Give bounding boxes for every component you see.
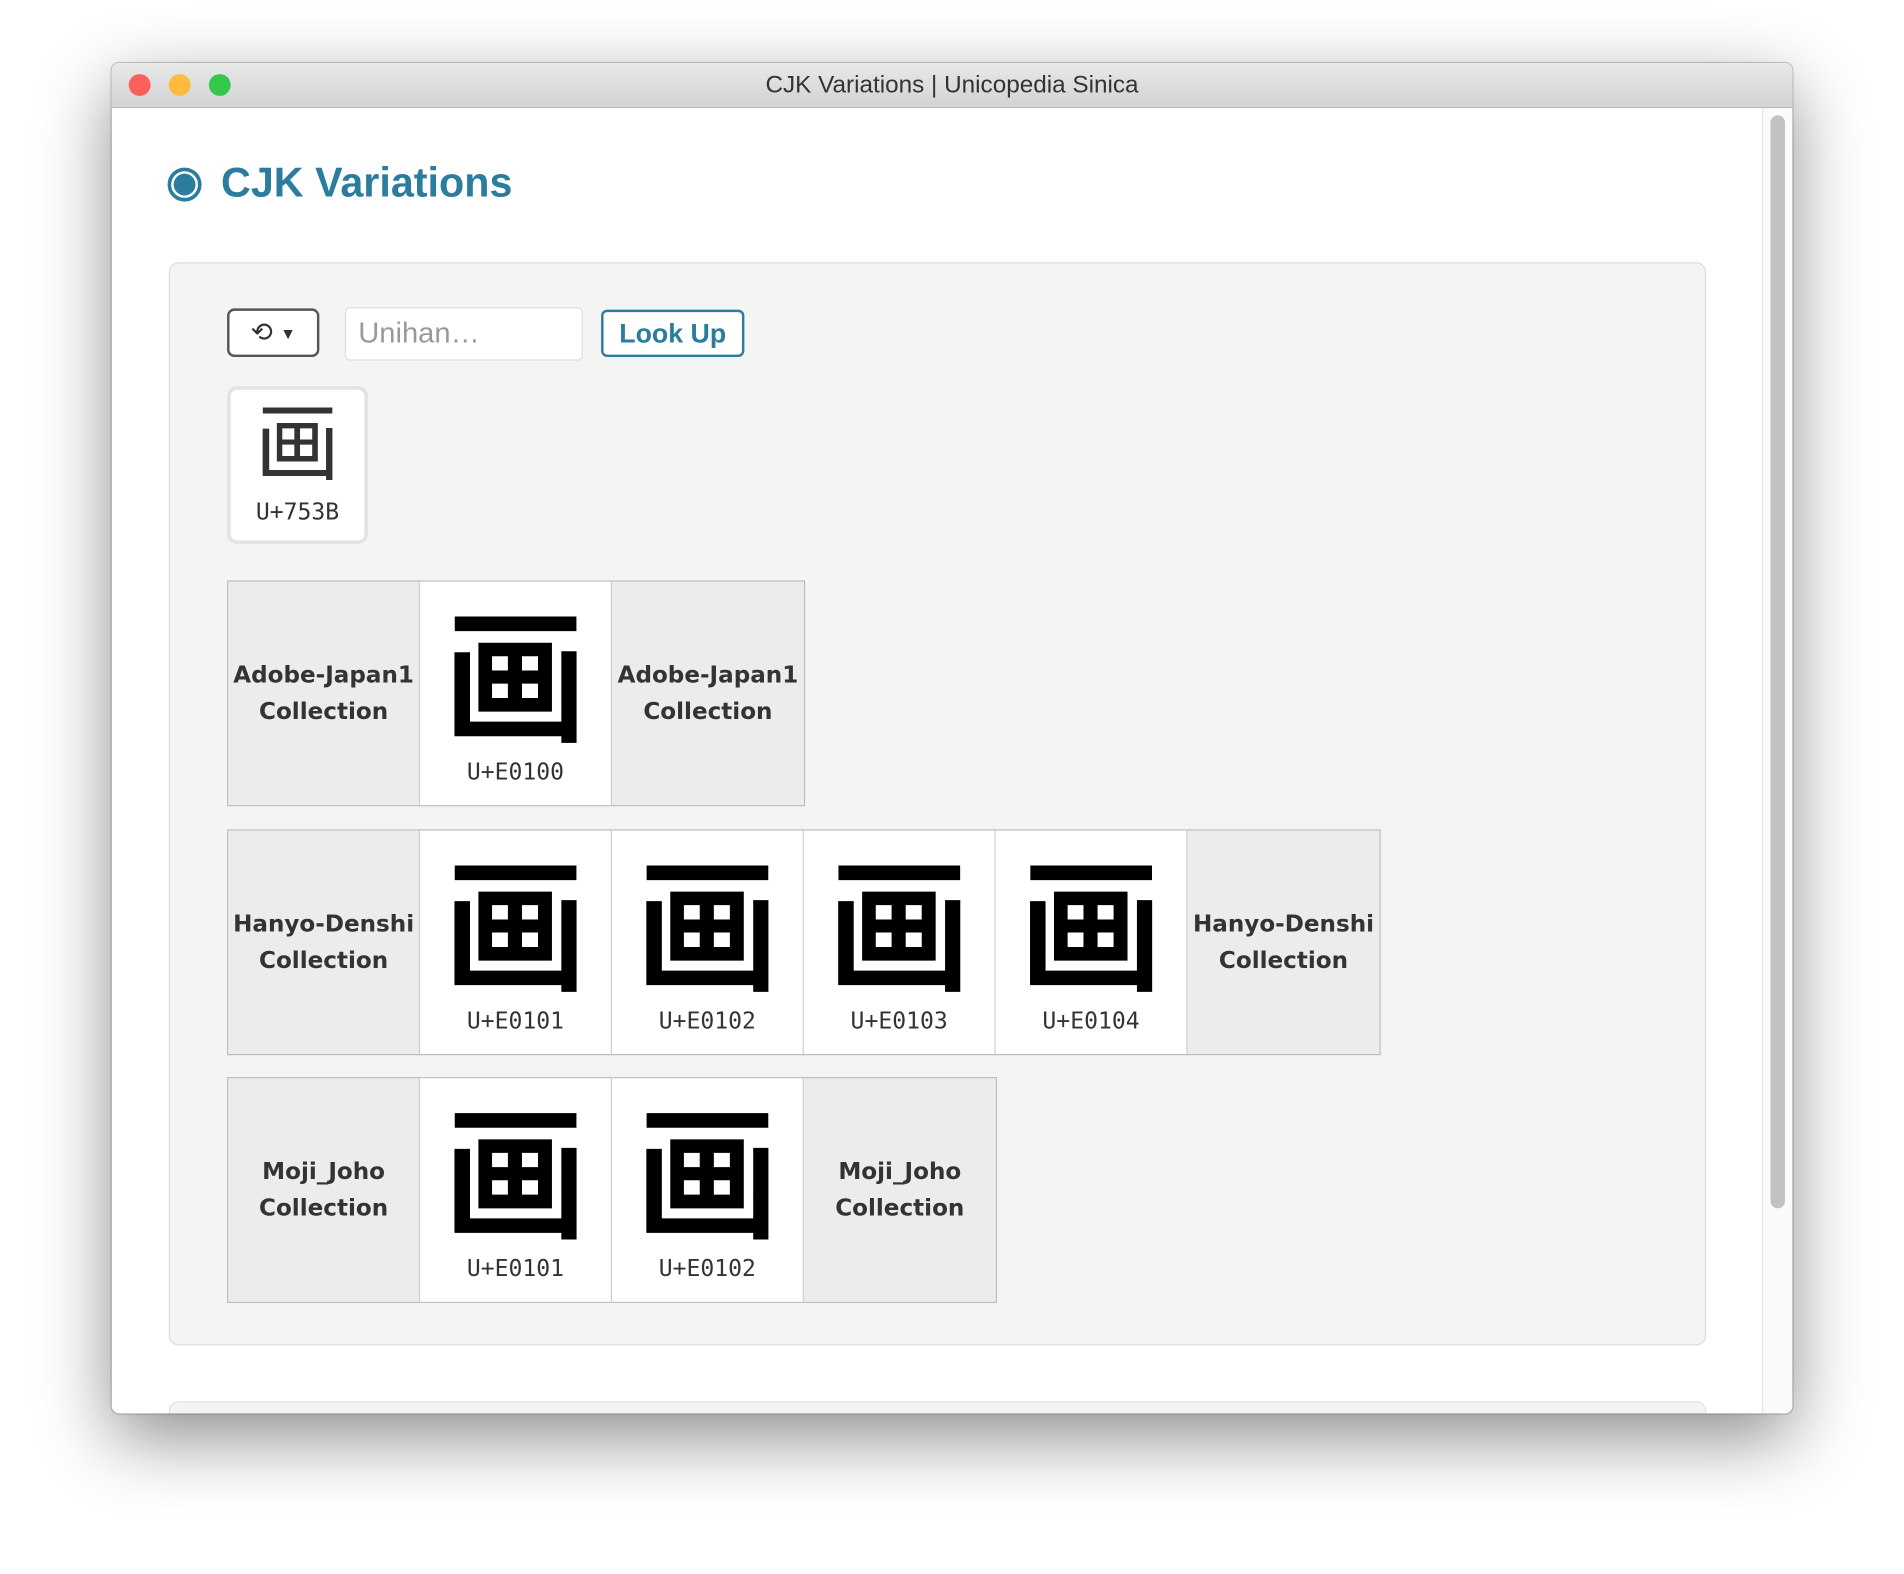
- variant-cell[interactable]: 画 U+E0104: [995, 830, 1188, 1055]
- character-code: U+753B: [255, 499, 340, 526]
- chevron-down-icon: ▼: [280, 323, 296, 342]
- page-title: CJK Variations: [221, 160, 513, 207]
- collection-row: Moji_Joho Collection 画 U+E0101 画 U+E0102 Moji…: [227, 1077, 997, 1303]
- variant-cell[interactable]: 画 U+E0102: [612, 830, 804, 1055]
- history-icon: ⟲: [250, 316, 273, 348]
- variant-glyph: 画: [443, 595, 588, 764]
- variant-code: U+E0102: [658, 1007, 756, 1035]
- unihan-input[interactable]: [344, 307, 583, 361]
- variant-glyph: 画: [827, 843, 971, 1013]
- variant-code: U+E0101: [466, 1007, 565, 1035]
- character-card[interactable]: 画 U+753B: [227, 386, 368, 545]
- variant-cell[interactable]: 画 U+E0102: [612, 1078, 804, 1302]
- collection-label: Moji_Joho Collection: [803, 1078, 996, 1302]
- variant-cell[interactable]: 画 U+E0103: [803, 830, 996, 1055]
- variant-glyph: 画: [635, 1091, 779, 1261]
- variant-code: U+E0100: [466, 758, 565, 786]
- variant-glyph: 画: [1019, 843, 1163, 1013]
- collection-label: Hanyo-Denshi Collection: [1187, 830, 1380, 1055]
- title-bar: CJK Variations | Unicopedia Sinica: [111, 63, 1793, 109]
- page-heading: CJK Variations: [167, 160, 513, 207]
- variant-code: U+E0102: [658, 1255, 756, 1283]
- collection-label: Hanyo-Denshi Collection: [228, 830, 421, 1055]
- collection-label: Moji_Joho Collection: [228, 1078, 421, 1302]
- collection-label: Adobe-Japan1 Collection: [612, 581, 804, 806]
- collection-label: Adobe-Japan1 Collection: [228, 581, 421, 806]
- scrollbar[interactable]: [1761, 108, 1793, 1414]
- secondary-panel: [168, 1401, 1707, 1414]
- variant-code: U+E0103: [850, 1007, 948, 1035]
- history-menu-button[interactable]: ⟲ ▼: [227, 308, 320, 358]
- variant-cell[interactable]: 画 U+E0101: [420, 1078, 613, 1302]
- lookup-panel: ⟲▼ Look Up 画 U+753B Adobe-Japan1 Collect…: [168, 262, 1707, 1346]
- variant-glyph: 画: [443, 843, 588, 1013]
- window-title: CJK Variations | Unicopedia Sinica: [765, 71, 1139, 99]
- variant-glyph: 画: [635, 843, 779, 1013]
- variant-glyph: 画: [443, 1091, 588, 1261]
- character-glyph: 画: [255, 394, 341, 495]
- collection-row: Adobe-Japan1 Collection 画 U+E0100 Adobe-Jap…: [227, 580, 806, 807]
- look-up-button[interactable]: Look Up: [601, 309, 745, 358]
- variant-cell[interactable]: 画 U+E0100: [420, 581, 613, 806]
- collection-row: Hanyo-Denshi Collection 画 U+E0101 画 U+E0102 画…: [227, 829, 1381, 1056]
- variant-cell[interactable]: 画 U+E0101: [420, 830, 613, 1055]
- app-window: CJK Variations | Unicopedia Sinica CJK V…: [111, 63, 1793, 1414]
- variant-code: U+E0104: [1042, 1007, 1140, 1035]
- variant-code: U+E0101: [466, 1255, 565, 1283]
- scrollbar-thumb[interactable]: [1770, 115, 1786, 1209]
- radio-dot-icon: [167, 166, 202, 201]
